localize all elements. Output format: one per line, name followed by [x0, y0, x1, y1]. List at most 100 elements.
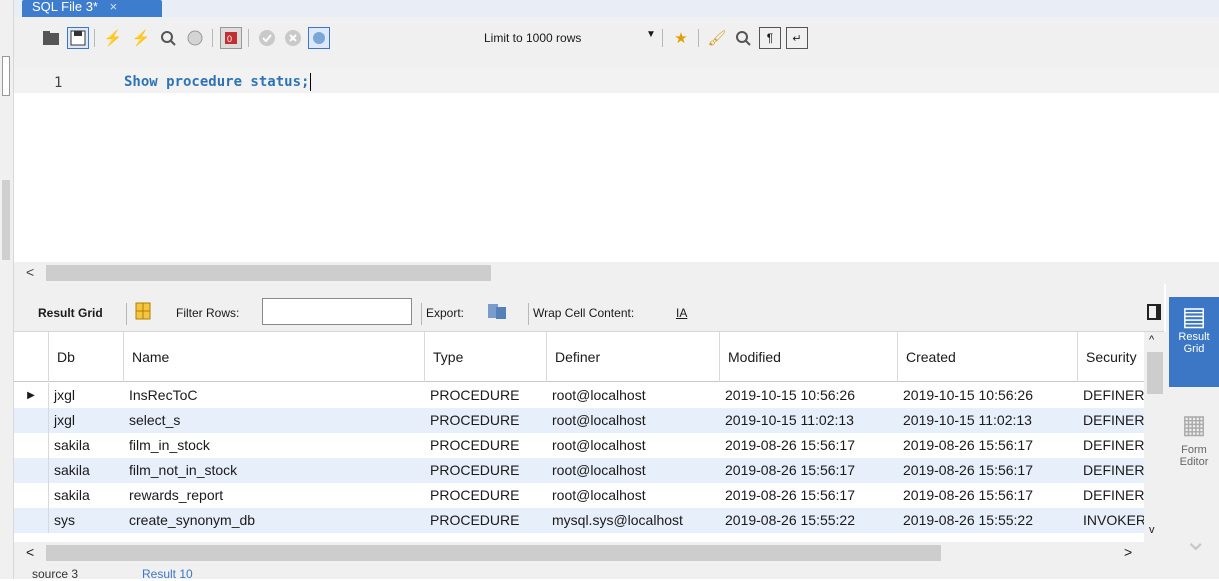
cell-modified[interactable]: 2019-10-15 11:02:13 — [720, 408, 898, 433]
rollback-icon[interactable] — [282, 27, 304, 49]
collapse-handle[interactable] — [2, 56, 10, 96]
filter-rows-input[interactable] — [262, 298, 412, 325]
column-header[interactable]: Modified — [720, 332, 898, 382]
cell-created[interactable]: 2019-08-26 15:56:17 — [898, 458, 1078, 483]
cell-db[interactable]: jxgl — [49, 383, 124, 408]
export-icon[interactable] — [487, 302, 507, 323]
scroll-left-icon[interactable]: < — [26, 544, 34, 560]
toggle-panel-icon[interactable] — [1147, 304, 1161, 320]
grid-vertical-scrollbar[interactable]: ^ v — [1144, 332, 1166, 542]
execute-icon[interactable]: ⚡ — [102, 27, 124, 49]
scroll-left-icon[interactable]: < — [26, 264, 34, 280]
cell-created[interactable]: 2019-08-26 15:56:17 — [898, 433, 1078, 458]
result-grid[interactable]: Db Name Type Definer Modified Created Se… — [14, 332, 1144, 542]
wrap-cell-icon[interactable]: IA — [676, 306, 687, 320]
cell-db[interactable]: sakila — [49, 433, 124, 458]
cell-type[interactable]: PROCEDURE — [425, 483, 547, 508]
commit-icon[interactable] — [256, 27, 278, 49]
save-icon[interactable] — [67, 27, 89, 49]
table-row[interactable]: sakila film_in_stock PROCEDURE root@loca… — [14, 433, 1144, 458]
limit-select[interactable]: Limit to 1000 rows — [484, 31, 581, 45]
cell-created[interactable]: 2019-08-26 15:56:17 — [898, 483, 1078, 508]
cell-db[interactable]: jxgl — [49, 408, 124, 433]
cell-name[interactable]: select_s — [124, 408, 425, 433]
cell-security[interactable]: DEFINER — [1078, 483, 1144, 508]
cell-db[interactable]: sakila — [49, 458, 124, 483]
cell-name[interactable]: film_in_stock — [124, 433, 425, 458]
grid-view-icon[interactable] — [135, 302, 151, 323]
column-header[interactable]: Type — [425, 332, 547, 382]
wrap-icon[interactable]: ↵ — [786, 27, 808, 49]
beautify-icon[interactable]: 🖌 — [706, 27, 728, 49]
chevron-down-icon[interactable]: ⌄ — [1184, 524, 1207, 557]
cell-name[interactable]: film_not_in_stock — [124, 458, 425, 483]
cell-definer[interactable]: root@localhost — [547, 408, 720, 433]
cell-security[interactable]: INVOKER — [1078, 508, 1144, 533]
sidebar-scroll-thumb[interactable] — [2, 180, 10, 260]
execute-current-icon[interactable]: ⚡ — [130, 27, 152, 49]
stop-icon[interactable] — [184, 27, 206, 49]
cell-db[interactable]: sys — [49, 508, 124, 533]
scroll-thumb[interactable] — [46, 265, 491, 281]
scroll-thumb[interactable] — [1147, 352, 1163, 394]
cell-modified[interactable]: 2019-08-26 15:56:17 — [720, 433, 898, 458]
column-header[interactable]: Db — [49, 332, 124, 382]
column-header[interactable]: Name — [124, 332, 425, 382]
column-header[interactable]: Definer — [547, 332, 720, 382]
scroll-down-icon[interactable]: v — [1149, 524, 1155, 536]
scroll-up-icon[interactable]: ^ — [1149, 334, 1154, 346]
tab-title: SQL File 3* — [32, 0, 98, 14]
cell-definer[interactable]: root@localhost — [547, 458, 720, 483]
column-header[interactable]: Security — [1078, 332, 1144, 382]
invisible-chars-icon[interactable]: ¶ — [759, 27, 781, 49]
cell-db[interactable]: sakila — [49, 483, 124, 508]
table-row[interactable]: sakila film_not_in_stock PROCEDURE root@… — [14, 458, 1144, 483]
find-icon[interactable] — [732, 27, 754, 49]
cell-security[interactable]: DEFINER — [1078, 408, 1144, 433]
scroll-thumb[interactable] — [46, 545, 941, 561]
favorite-icon[interactable]: ★ — [670, 27, 692, 49]
code-line[interactable]: Show procedure status; — [124, 73, 312, 91]
table-row[interactable]: jxgl select_s PROCEDURE root@localhost 2… — [14, 408, 1144, 433]
editor-horizontal-scrollbar[interactable]: < — [14, 262, 1219, 284]
toggle-error-icon[interactable]: 0 — [220, 27, 242, 49]
cell-definer[interactable]: root@localhost — [547, 383, 720, 408]
cell-type[interactable]: PROCEDURE — [425, 408, 547, 433]
side-tab-result-grid[interactable]: ▤ Result Grid — [1169, 297, 1219, 387]
cell-type[interactable]: PROCEDURE — [425, 383, 547, 408]
cell-created[interactable]: 2019-10-15 11:02:13 — [898, 408, 1078, 433]
grid-horizontal-scrollbar[interactable]: < > — [14, 542, 1166, 564]
explain-icon[interactable] — [157, 27, 179, 49]
result-grid-label[interactable]: Result Grid — [38, 306, 103, 320]
cell-type[interactable]: PROCEDURE — [425, 508, 547, 533]
table-row[interactable]: ▶ jxgl InsRecToC PROCEDURE root@localhos… — [14, 383, 1144, 408]
cell-name[interactable]: create_synonym_db — [124, 508, 425, 533]
cell-security[interactable]: DEFINER — [1078, 458, 1144, 483]
table-row[interactable]: sakila rewards_report PROCEDURE root@loc… — [14, 483, 1144, 508]
cell-definer[interactable]: root@localhost — [547, 433, 720, 458]
cell-type[interactable]: PROCEDURE — [425, 458, 547, 483]
cell-security[interactable]: DEFINER — [1078, 383, 1144, 408]
cell-security[interactable]: DEFINER — [1078, 433, 1144, 458]
side-tab-form-editor[interactable]: ▦ Form Editor — [1169, 404, 1219, 468]
cell-definer[interactable]: root@localhost — [547, 483, 720, 508]
column-header[interactable]: Created — [898, 332, 1078, 382]
cell-created[interactable]: 2019-08-26 15:55:22 — [898, 508, 1078, 533]
autocommit-icon[interactable] — [308, 27, 330, 49]
close-icon[interactable]: × — [110, 0, 118, 14]
tab-sql-file[interactable]: SQL File 3* × — [22, 0, 162, 17]
cell-type[interactable]: PROCEDURE — [425, 433, 547, 458]
open-folder-icon[interactable] — [40, 27, 62, 49]
chevron-down-icon[interactable]: ▼ — [646, 29, 656, 40]
cell-modified[interactable]: 2019-08-26 15:56:17 — [720, 458, 898, 483]
cell-name[interactable]: rewards_report — [124, 483, 425, 508]
cell-created[interactable]: 2019-10-15 10:56:26 — [898, 383, 1078, 408]
cell-definer[interactable]: mysql.sys@localhost — [547, 508, 720, 533]
table-row[interactable]: sys create_synonym_db PROCEDURE mysql.sy… — [14, 508, 1144, 533]
cell-modified[interactable]: 2019-08-26 15:55:22 — [720, 508, 898, 533]
cell-modified[interactable]: 2019-10-15 10:56:26 — [720, 383, 898, 408]
cell-name[interactable]: InsRecToC — [124, 383, 425, 408]
sql-editor[interactable]: 1 Show procedure status; — [14, 67, 1219, 262]
cell-modified[interactable]: 2019-08-26 15:56:17 — [720, 483, 898, 508]
scroll-right-icon[interactable]: > — [1124, 544, 1132, 560]
